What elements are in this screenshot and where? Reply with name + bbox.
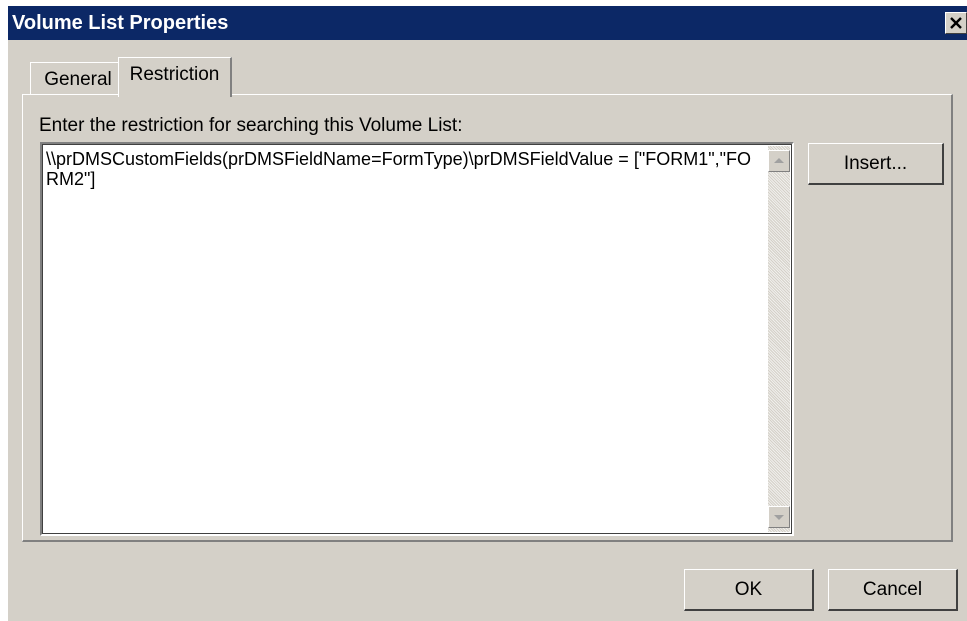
restriction-text[interactable]: \\prDMSCustomFields(prDMSFieldName=FormT… xyxy=(46,149,761,189)
insert-button[interactable]: Insert... xyxy=(808,143,944,185)
tab-restriction[interactable]: Restriction xyxy=(118,57,232,97)
close-button[interactable] xyxy=(945,12,967,34)
restriction-textarea[interactable]: \\prDMSCustomFields(prDMSFieldName=FormT… xyxy=(40,142,794,536)
ok-button[interactable]: OK xyxy=(684,569,814,611)
vertical-scrollbar[interactable] xyxy=(768,146,790,532)
triangle-down-icon xyxy=(774,515,784,520)
scroll-up-button[interactable] xyxy=(768,150,790,172)
triangle-up-icon xyxy=(774,158,784,163)
restriction-label: Enter the restriction for searching this… xyxy=(39,115,463,136)
restriction-tab-panel: Enter the restriction for searching this… xyxy=(22,94,953,542)
volume-list-properties-dialog: Volume List Properties General Restricti… xyxy=(8,6,967,621)
close-icon xyxy=(950,17,962,29)
cancel-button[interactable]: Cancel xyxy=(828,569,958,611)
window-title: Volume List Properties xyxy=(12,12,229,34)
scroll-down-button[interactable] xyxy=(768,506,790,528)
tab-general[interactable]: General xyxy=(30,62,126,94)
title-bar[interactable]: Volume List Properties xyxy=(8,6,967,40)
